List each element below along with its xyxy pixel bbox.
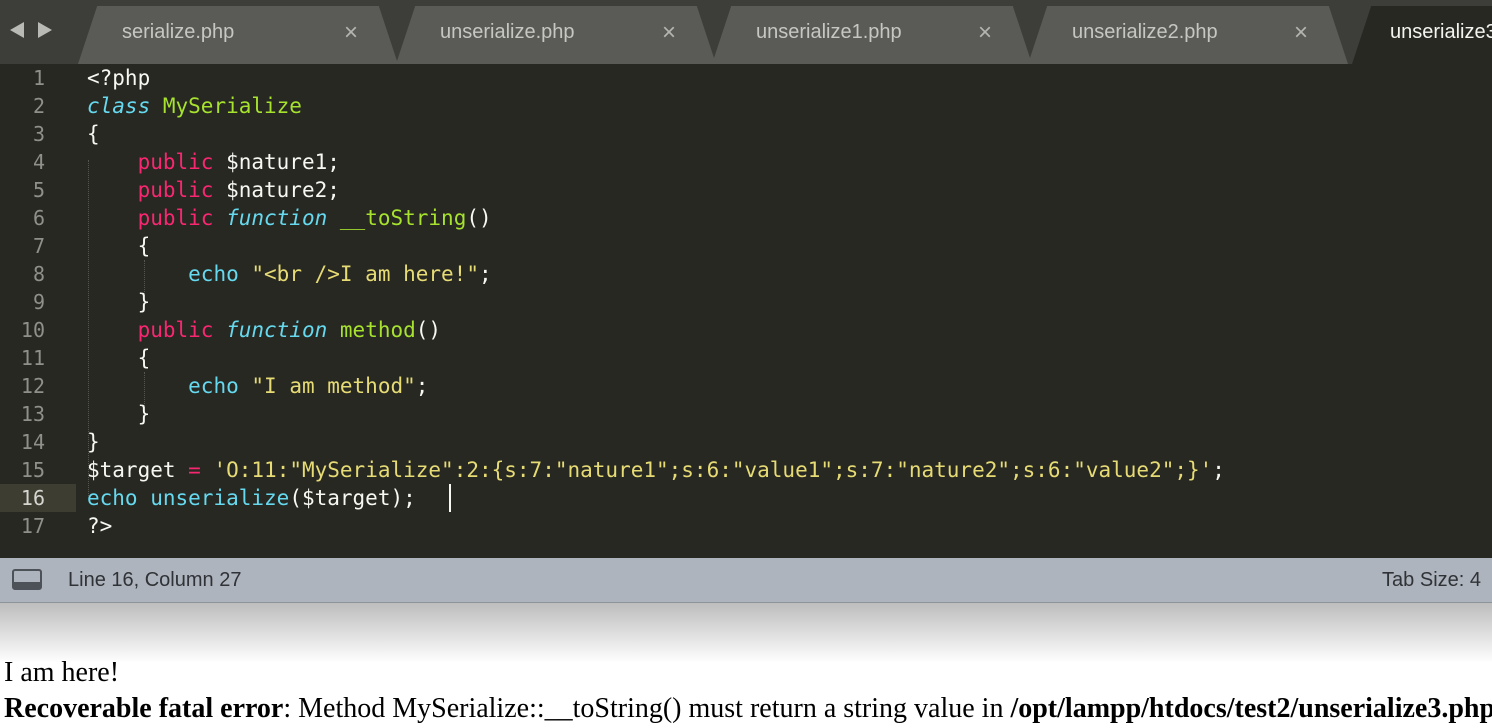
code-line: 7 {	[0, 232, 1492, 260]
code-line: 5 public $nature2;	[0, 176, 1492, 204]
code-text: $target = 'O:11:"MySerialize":2:{s:7:"na…	[87, 458, 1225, 482]
line-number: 10	[20, 318, 45, 342]
line-number: 12	[20, 374, 45, 398]
output-line: I am here!	[4, 657, 120, 688]
tab-label: unserialize.php	[440, 21, 575, 43]
line-number: 15	[20, 458, 45, 482]
code-text: }	[137, 402, 151, 426]
code-text: <?php	[87, 66, 151, 90]
line-number: 9	[32, 290, 45, 314]
line-number: 4	[32, 150, 45, 174]
code-text: echo "<br />I am here!";	[188, 262, 492, 286]
text-cursor	[449, 484, 451, 512]
window-shadow	[0, 603, 1492, 663]
code-text: class MySerialize	[87, 94, 302, 118]
tab-bar: serialize.php × unserialize.php × unseri…	[0, 0, 1492, 64]
line-number: 8	[32, 262, 45, 286]
line-number: 14	[20, 430, 45, 454]
tab-label: unserialize1.php	[756, 21, 902, 43]
tab-label: unserialize2.php	[1072, 21, 1218, 43]
tab-unserialize[interactable]: unserialize.php ×	[396, 6, 716, 64]
line-number: 5	[32, 178, 45, 202]
tab-unserialize1[interactable]: unserialize1.php ×	[712, 6, 1032, 64]
line-number: 13	[20, 402, 45, 426]
code-line: 12 echo "I am method";	[0, 372, 1492, 400]
code-text: echo "I am method";	[188, 374, 429, 398]
line-number: 6	[32, 206, 45, 230]
line-number: 11	[20, 346, 45, 370]
code-text: public $nature2;	[137, 178, 340, 202]
code-line: 4 public $nature1;	[0, 148, 1492, 176]
code-line: 11 {	[0, 344, 1492, 372]
error-line: Recoverable fatal error: Method MySerial…	[4, 692, 1492, 728]
code-line: 8 echo "<br />I am here!";	[0, 260, 1492, 288]
line-number: 1	[32, 66, 45, 90]
arrow-left-icon[interactable]	[10, 22, 24, 38]
tab-size-selector[interactable]: Tab Size: 4	[1382, 569, 1481, 592]
panel-toggle-icon[interactable]	[12, 569, 42, 590]
code-line: 10 public function method()	[0, 316, 1492, 344]
code-line: 17 ?>	[0, 512, 1492, 540]
code-text: {	[87, 122, 100, 146]
line-number: 2	[32, 94, 45, 118]
error-message: : Method MySerialize::__toString() must …	[283, 693, 1011, 724]
code-text: public $nature1;	[137, 150, 340, 174]
tab-label: serialize.php	[122, 21, 235, 43]
line-number: 17	[20, 514, 45, 538]
tab-serialize[interactable]: serialize.php ×	[78, 6, 398, 64]
tab-unserialize3[interactable]: unserialize3.php	[1352, 6, 1492, 64]
close-icon[interactable]: ×	[344, 19, 358, 47]
code-line: 2 class MySerialize	[0, 92, 1492, 120]
close-icon[interactable]: ×	[978, 19, 992, 47]
code-line: 15 $target = 'O:11:"MySerialize":2:{s:7:…	[0, 456, 1492, 484]
close-icon[interactable]: ×	[662, 19, 676, 47]
code-line: 1 <?php	[0, 64, 1492, 92]
close-icon[interactable]: ×	[1294, 19, 1308, 47]
code-text: ?>	[87, 514, 113, 538]
code-line: 3 {	[0, 120, 1492, 148]
line-number: 7	[32, 234, 45, 258]
code-text: }	[87, 430, 100, 454]
tab-unserialize2[interactable]: unserialize2.php ×	[1028, 6, 1348, 64]
code-line: 13 }	[0, 400, 1492, 428]
code-line: 14 }	[0, 428, 1492, 456]
tab-label: unserialize3.php	[1390, 21, 1492, 43]
code-line: 6 public function __toString()	[0, 204, 1492, 232]
browser-output: I am here! Recoverable fatal error: Meth…	[4, 656, 1492, 728]
arrow-right-icon[interactable]	[38, 22, 52, 38]
code-text: }	[137, 290, 151, 314]
tab-navigation	[10, 18, 60, 42]
line-number: 3	[32, 122, 45, 146]
error-path: /opt/lampp/htdocs/test2/unserialize3.php	[1010, 693, 1492, 724]
code-text: {	[137, 346, 151, 370]
code-text: {	[137, 234, 151, 258]
code-text: public function __toString()	[137, 206, 492, 230]
line-number: 16	[20, 486, 45, 510]
code-line: 9 }	[0, 288, 1492, 316]
error-label: Recoverable fatal error	[4, 693, 284, 724]
status-bar: Line 16, Column 27 Tab Size: 4	[0, 558, 1492, 603]
code-text: echo unserialize($target);	[87, 486, 416, 510]
code-editor[interactable]: 1 <?php 2 class MySerialize 3 { 4 public…	[0, 64, 1492, 558]
code-text: public function method()	[137, 318, 442, 342]
code-line-current: 16 echo unserialize($target);	[0, 484, 1492, 512]
cursor-position[interactable]: Line 16, Column 27	[68, 569, 241, 592]
